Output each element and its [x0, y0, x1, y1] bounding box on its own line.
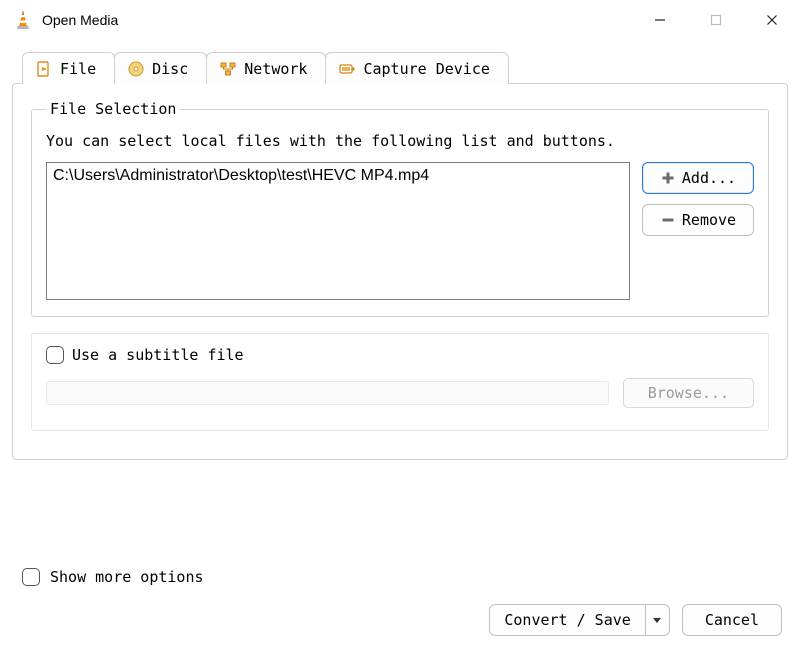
- window-title: Open Media: [42, 12, 118, 28]
- footer-buttons: Convert / Save Cancel: [489, 604, 782, 636]
- network-icon: [219, 60, 237, 78]
- tab-label: Disc: [152, 60, 188, 78]
- main-area: File Disc Network Capture Devi: [0, 40, 800, 461]
- vlc-cone-icon: [14, 10, 32, 30]
- subtitle-path-input: [46, 381, 609, 405]
- tab-panel-file: File Selection You can select local file…: [12, 83, 788, 460]
- tab-label: Network: [244, 60, 307, 78]
- show-more-options-row: Show more options: [22, 568, 204, 586]
- use-subtitle-checkbox[interactable]: [46, 346, 64, 364]
- subtitle-group: Use a subtitle file Browse...: [31, 333, 769, 431]
- minus-icon: [660, 212, 676, 228]
- close-button[interactable]: [744, 0, 800, 40]
- capture-icon: [338, 60, 356, 78]
- tab-disc[interactable]: Disc: [114, 52, 207, 84]
- file-list-item[interactable]: C:\Users\Administrator\Desktop\test\HEVC…: [53, 167, 623, 185]
- chevron-down-icon: [652, 613, 662, 628]
- file-selection-group: File Selection You can select local file…: [31, 100, 769, 317]
- tab-file[interactable]: File: [22, 52, 115, 84]
- show-more-options-checkbox[interactable]: [22, 568, 40, 586]
- minimize-button[interactable]: [632, 0, 688, 40]
- remove-button[interactable]: Remove: [642, 204, 754, 236]
- tab-label: File: [60, 60, 96, 78]
- file-selection-help: You can select local files with the foll…: [46, 132, 754, 150]
- plus-icon: [660, 170, 676, 186]
- tab-capture-device[interactable]: Capture Device: [325, 52, 508, 84]
- convert-save-split-button: Convert / Save: [489, 604, 669, 636]
- file-icon: [35, 60, 53, 78]
- tab-bar: File Disc Network Capture Devi: [22, 52, 788, 84]
- remove-button-label: Remove: [682, 211, 736, 229]
- tab-label: Capture Device: [363, 60, 489, 78]
- file-list[interactable]: C:\Users\Administrator\Desktop\test\HEVC…: [46, 162, 630, 300]
- window-controls: [632, 0, 800, 40]
- cancel-button[interactable]: Cancel: [682, 604, 782, 636]
- use-subtitle-label: Use a subtitle file: [72, 346, 244, 364]
- add-button-label: Add...: [682, 169, 736, 187]
- convert-save-button[interactable]: Convert / Save: [490, 605, 644, 635]
- tab-network[interactable]: Network: [206, 52, 326, 84]
- file-selection-legend: File Selection: [46, 100, 180, 118]
- convert-save-dropdown[interactable]: [645, 605, 669, 635]
- disc-icon: [127, 60, 145, 78]
- titlebar: Open Media: [0, 0, 800, 40]
- add-button[interactable]: Add...: [642, 162, 754, 194]
- show-more-options-label: Show more options: [50, 568, 204, 586]
- maximize-button[interactable]: [688, 0, 744, 40]
- browse-subtitle-button: Browse...: [623, 378, 754, 408]
